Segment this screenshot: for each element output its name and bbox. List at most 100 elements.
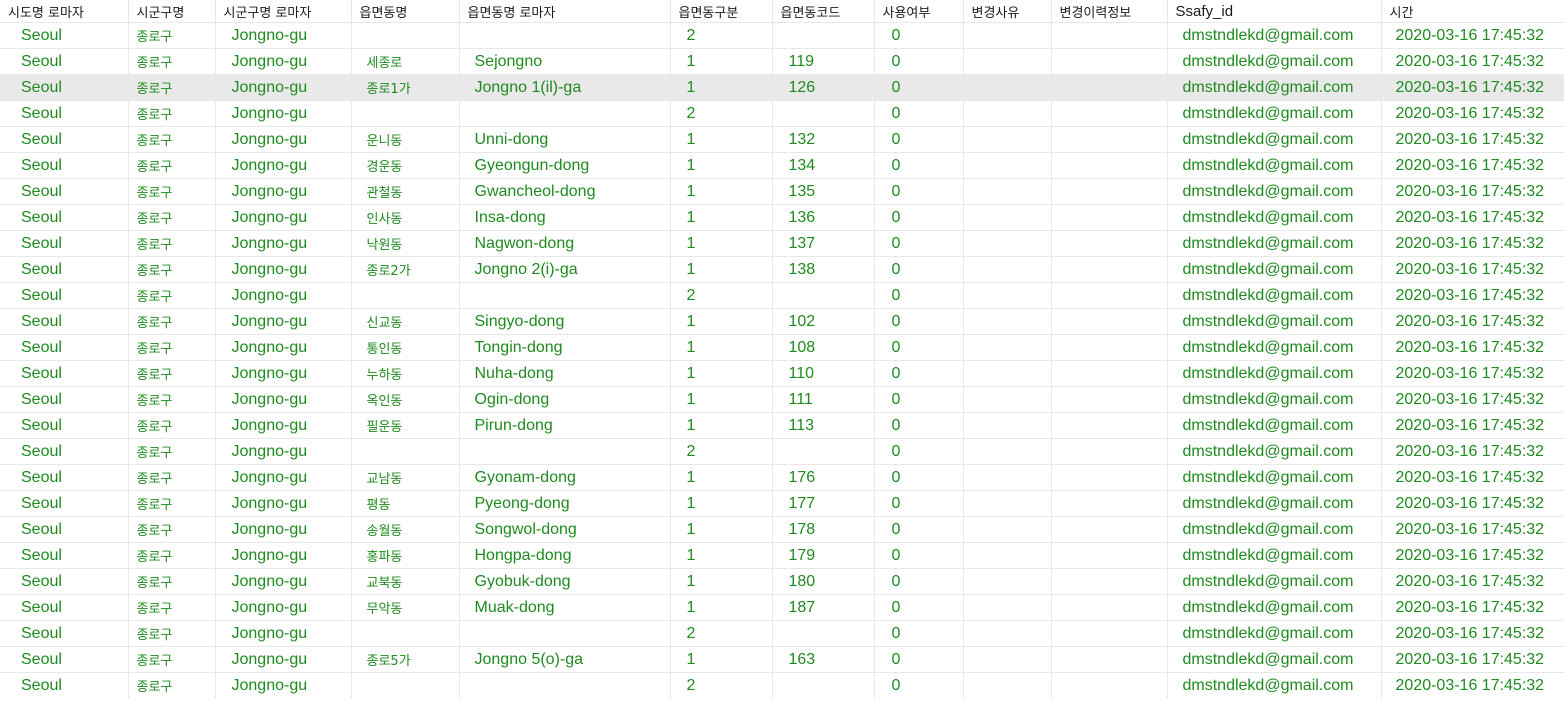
cell-sigungu-romaja[interactable]: Jongno-gu xyxy=(215,256,352,283)
cell-time[interactable]: 2020-03-16 17:45:32 xyxy=(1381,126,1564,153)
cell-change-history[interactable] xyxy=(1051,282,1168,309)
table-row[interactable]: Seoul 종로구 Jongno-gu 세종로 Sejongno 1 119 0 dmstndl… xyxy=(0,48,1564,75)
cell-eupmyeondong-type[interactable]: 1 xyxy=(670,464,773,491)
cell-in-use[interactable]: 0 xyxy=(874,308,964,335)
cell-in-use[interactable]: 0 xyxy=(874,672,964,698)
cell-change-reason[interactable] xyxy=(963,438,1052,465)
cell-sigungu[interactable]: 종로구 xyxy=(128,438,216,465)
cell-eupmyeondong-code[interactable]: 111 xyxy=(772,386,875,413)
cell-sido-romaja[interactable]: Seoul xyxy=(0,100,129,127)
cell-eupmyeondong-romaja[interactable]: Nagwon-dong xyxy=(459,230,671,257)
cell-eupmyeondong-code[interactable] xyxy=(772,672,875,698)
cell-sido-romaja[interactable]: Seoul xyxy=(0,516,129,543)
cell-change-history[interactable] xyxy=(1051,22,1168,49)
column-header-sigungu-romaja[interactable]: 시군구명 로마자 xyxy=(215,0,352,23)
cell-change-history[interactable] xyxy=(1051,152,1168,179)
table-row[interactable]: Seoul 종로구 Jongno-gu 필운동 Pirun-dong 1 113 0 dmstn… xyxy=(0,412,1564,439)
cell-sigungu[interactable]: 종로구 xyxy=(128,412,216,439)
cell-eupmyeondong-romaja[interactable]: Nuha-dong xyxy=(459,360,671,387)
cell-change-reason[interactable] xyxy=(963,22,1052,49)
cell-time[interactable]: 2020-03-16 17:45:32 xyxy=(1381,620,1564,647)
table-row[interactable]: Seoul 종로구 Jongno-gu 종로2가 Jongno 2(i)-ga 1 138 0… xyxy=(0,256,1564,283)
cell-time[interactable]: 2020-03-16 17:45:32 xyxy=(1381,74,1564,101)
cell-eupmyeondong[interactable]: 무악동 xyxy=(351,594,460,621)
cell-in-use[interactable]: 0 xyxy=(874,542,964,569)
cell-sigungu[interactable]: 종로구 xyxy=(128,568,216,595)
cell-change-reason[interactable] xyxy=(963,152,1052,179)
cell-eupmyeondong-type[interactable]: 1 xyxy=(670,386,773,413)
cell-sigungu[interactable]: 종로구 xyxy=(128,48,216,75)
cell-sido-romaja[interactable]: Seoul xyxy=(0,438,129,465)
cell-sigungu-romaja[interactable]: Jongno-gu xyxy=(215,22,352,49)
cell-change-reason[interactable] xyxy=(963,386,1052,413)
cell-eupmyeondong-romaja[interactable]: Ogin-dong xyxy=(459,386,671,413)
cell-change-reason[interactable] xyxy=(963,412,1052,439)
cell-time[interactable]: 2020-03-16 17:45:32 xyxy=(1381,490,1564,517)
cell-change-history[interactable] xyxy=(1051,620,1168,647)
cell-eupmyeondong[interactable] xyxy=(351,22,460,49)
cell-eupmyeondong-romaja[interactable]: Sejongno xyxy=(459,48,671,75)
cell-eupmyeondong-code[interactable]: 110 xyxy=(772,360,875,387)
cell-sigungu[interactable]: 종로구 xyxy=(128,152,216,179)
cell-sigungu-romaja[interactable]: Jongno-gu xyxy=(215,282,352,309)
cell-change-history[interactable] xyxy=(1051,48,1168,75)
cell-eupmyeondong-code[interactable] xyxy=(772,282,875,309)
column-header-ssafy-id[interactable]: Ssafy_id xyxy=(1167,0,1382,23)
cell-change-history[interactable] xyxy=(1051,334,1168,361)
cell-eupmyeondong-romaja[interactable]: Gyeongun-dong xyxy=(459,152,671,179)
cell-eupmyeondong[interactable]: 종로1가 xyxy=(351,74,460,101)
cell-time[interactable]: 2020-03-16 17:45:32 xyxy=(1381,334,1564,361)
cell-time[interactable]: 2020-03-16 17:45:32 xyxy=(1381,100,1564,127)
cell-sigungu-romaja[interactable]: Jongno-gu xyxy=(215,594,352,621)
cell-change-history[interactable] xyxy=(1051,126,1168,153)
cell-change-reason[interactable] xyxy=(963,48,1052,75)
cell-eupmyeondong[interactable]: 세종로 xyxy=(351,48,460,75)
cell-sido-romaja[interactable]: Seoul xyxy=(0,464,129,491)
cell-eupmyeondong[interactable]: 필운동 xyxy=(351,412,460,439)
cell-eupmyeondong-type[interactable]: 1 xyxy=(670,48,773,75)
cell-eupmyeondong[interactable]: 경운동 xyxy=(351,152,460,179)
cell-sido-romaja[interactable]: Seoul xyxy=(0,542,129,569)
cell-in-use[interactable]: 0 xyxy=(874,646,964,673)
cell-sido-romaja[interactable]: Seoul xyxy=(0,386,129,413)
cell-eupmyeondong[interactable]: 운니동 xyxy=(351,126,460,153)
cell-in-use[interactable]: 0 xyxy=(874,334,964,361)
cell-eupmyeondong-romaja[interactable] xyxy=(459,100,671,127)
table-row[interactable]: Seoul 종로구 Jongno-gu 통인동 Tongin-dong 1 108 0 dmst… xyxy=(0,334,1564,361)
cell-eupmyeondong[interactable]: 낙원동 xyxy=(351,230,460,257)
cell-ssafy-id[interactable]: dmstndlekd@gmail.com xyxy=(1167,360,1382,387)
cell-change-reason[interactable] xyxy=(963,126,1052,153)
cell-time[interactable]: 2020-03-16 17:45:32 xyxy=(1381,282,1564,309)
cell-time[interactable]: 2020-03-16 17:45:32 xyxy=(1381,230,1564,257)
table-row[interactable]: Seoul 종로구 Jongno-gu 인사동 Insa-dong 1 136 0 dmstnd… xyxy=(0,204,1564,231)
cell-sigungu[interactable]: 종로구 xyxy=(128,646,216,673)
cell-eupmyeondong-romaja[interactable]: Muak-dong xyxy=(459,594,671,621)
cell-in-use[interactable]: 0 xyxy=(874,48,964,75)
cell-eupmyeondong-type[interactable]: 1 xyxy=(670,152,773,179)
cell-time[interactable]: 2020-03-16 17:45:32 xyxy=(1381,360,1564,387)
cell-change-reason[interactable] xyxy=(963,230,1052,257)
table-row[interactable]: Seoul 종로구 Jongno-gu 경운동 Gyeongun-dong 1 134 0 dm… xyxy=(0,152,1564,179)
cell-eupmyeondong-romaja[interactable]: Pirun-dong xyxy=(459,412,671,439)
cell-eupmyeondong[interactable]: 통인동 xyxy=(351,334,460,361)
cell-change-reason[interactable] xyxy=(963,516,1052,543)
cell-sigungu-romaja[interactable]: Jongno-gu xyxy=(215,646,352,673)
cell-sigungu-romaja[interactable]: Jongno-gu xyxy=(215,490,352,517)
cell-time[interactable]: 2020-03-16 17:45:32 xyxy=(1381,646,1564,673)
cell-sido-romaja[interactable]: Seoul xyxy=(0,594,129,621)
cell-sigungu[interactable]: 종로구 xyxy=(128,672,216,698)
cell-in-use[interactable]: 0 xyxy=(874,620,964,647)
cell-ssafy-id[interactable]: dmstndlekd@gmail.com xyxy=(1167,100,1382,127)
cell-sigungu[interactable]: 종로구 xyxy=(128,490,216,517)
cell-time[interactable]: 2020-03-16 17:45:32 xyxy=(1381,152,1564,179)
table-row[interactable]: Seoul 종로구 Jongno-gu 2 0 dmstndlekd@gmail.com 2… xyxy=(0,282,1564,309)
cell-sido-romaja[interactable]: Seoul xyxy=(0,282,129,309)
cell-sido-romaja[interactable]: Seoul xyxy=(0,204,129,231)
cell-sigungu[interactable]: 종로구 xyxy=(128,464,216,491)
cell-time[interactable]: 2020-03-16 17:45:32 xyxy=(1381,386,1564,413)
table-row[interactable]: Seoul 종로구 Jongno-gu 교북동 Gyobuk-dong 1 180 0 dmst… xyxy=(0,568,1564,595)
cell-sigungu[interactable]: 종로구 xyxy=(128,594,216,621)
cell-ssafy-id[interactable]: dmstndlekd@gmail.com xyxy=(1167,126,1382,153)
cell-sigungu-romaja[interactable]: Jongno-gu xyxy=(215,204,352,231)
cell-time[interactable]: 2020-03-16 17:45:32 xyxy=(1381,568,1564,595)
